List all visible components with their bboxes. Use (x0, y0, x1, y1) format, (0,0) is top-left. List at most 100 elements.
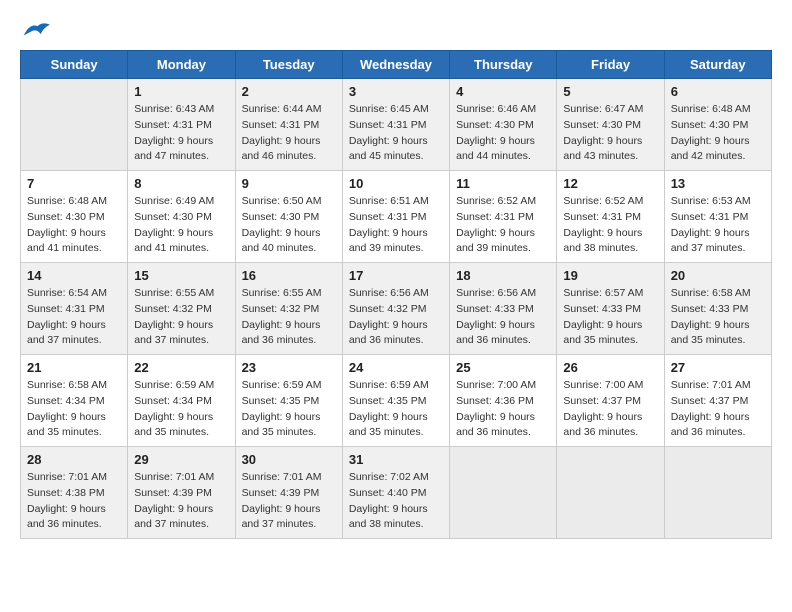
day-info: Sunrise: 7:01 AM Sunset: 4:39 PM Dayligh… (134, 470, 228, 533)
day-number: 22 (134, 360, 228, 375)
day-info: Sunrise: 7:01 AM Sunset: 4:37 PM Dayligh… (671, 378, 765, 441)
calendar-cell: 18Sunrise: 6:56 AM Sunset: 4:33 PM Dayli… (450, 263, 557, 355)
day-number: 14 (27, 268, 121, 283)
day-number: 15 (134, 268, 228, 283)
calendar-cell: 27 Sunrise: 7:01 AM Sunset: 4:37 PM Dayli… (664, 355, 771, 447)
calendar-cell: 10 Sunrise: 6:51 AM Sunset: 4:31 PM Dayli… (342, 171, 449, 263)
day-number: 5 (563, 84, 657, 99)
calendar-cell: 5 Sunrise: 6:47 AM Sunset: 4:30 PM Daylig… (557, 79, 664, 171)
day-info: Sunrise: 7:00 AM Sunset: 4:37 PM Dayligh… (563, 378, 657, 441)
day-info: Sunrise: 6:57 AM Sunset: 4:33 PM Dayligh… (563, 286, 657, 349)
calendar-week-row: 14 Sunrise: 6:54 AM Sunset: 4:31 PM Dayli… (21, 263, 772, 355)
day-info: Sunrise: 7:02 AM Sunset: 4:40 PM Dayligh… (349, 470, 443, 533)
day-number: 17 (349, 268, 443, 283)
day-info: Sunrise: 6:59 AM Sunset: 4:34 PM Dayligh… (134, 378, 228, 441)
day-info: Sunrise: 6:56 AM Sunset: 4:32 PM Dayligh… (349, 286, 443, 349)
calendar-cell: 6 Sunrise: 6:48 AM Sunset: 4:30 PM Daylig… (664, 79, 771, 171)
day-info: Sunrise: 6:54 AM Sunset: 4:31 PM Dayligh… (27, 286, 121, 349)
calendar-cell: 17 Sunrise: 6:56 AM Sunset: 4:32 PM Dayli… (342, 263, 449, 355)
calendar-cell: 14 Sunrise: 6:54 AM Sunset: 4:31 PM Dayli… (21, 263, 128, 355)
day-number: 9 (242, 176, 336, 191)
calendar-cell: 8Sunrise: 6:49 AM Sunset: 4:30 PM Daylig… (128, 171, 235, 263)
day-number: 16 (242, 268, 336, 283)
calendar-cell: 13 Sunrise: 6:53 AM Sunset: 4:31 PM Dayli… (664, 171, 771, 263)
day-info: Sunrise: 6:58 AM Sunset: 4:33 PM Dayligh… (671, 286, 765, 349)
day-info: Sunrise: 7:00 AM Sunset: 4:36 PM Dayligh… (456, 378, 550, 441)
calendar-cell: 20 Sunrise: 6:58 AM Sunset: 4:33 PM Dayli… (664, 263, 771, 355)
calendar-cell (664, 447, 771, 539)
day-info: Sunrise: 6:44 AM Sunset: 4:31 PM Dayligh… (242, 102, 336, 165)
day-info: Sunrise: 6:53 AM Sunset: 4:31 PM Dayligh… (671, 194, 765, 257)
day-number: 10 (349, 176, 443, 191)
calendar-body: 1Sunrise: 6:43 AM Sunset: 4:31 PM Daylig… (21, 79, 772, 539)
day-info: Sunrise: 6:59 AM Sunset: 4:35 PM Dayligh… (242, 378, 336, 441)
calendar-cell: 23Sunrise: 6:59 AM Sunset: 4:35 PM Dayli… (235, 355, 342, 447)
day-number: 28 (27, 452, 121, 467)
calendar-cell: 29Sunrise: 7:01 AM Sunset: 4:39 PM Dayli… (128, 447, 235, 539)
calendar-week-row: 1Sunrise: 6:43 AM Sunset: 4:31 PM Daylig… (21, 79, 772, 171)
calendar-cell: 24Sunrise: 6:59 AM Sunset: 4:35 PM Dayli… (342, 355, 449, 447)
calendar-cell: 15Sunrise: 6:55 AM Sunset: 4:32 PM Dayli… (128, 263, 235, 355)
day-info: Sunrise: 6:43 AM Sunset: 4:31 PM Dayligh… (134, 102, 228, 165)
day-number: 11 (456, 176, 550, 191)
day-number: 18 (456, 268, 550, 283)
weekday-header-thursday: Thursday (450, 51, 557, 79)
day-number: 12 (563, 176, 657, 191)
weekday-header-friday: Friday (557, 51, 664, 79)
day-info: Sunrise: 7:01 AM Sunset: 4:38 PM Dayligh… (27, 470, 121, 533)
day-number: 4 (456, 84, 550, 99)
calendar-cell: 31 Sunrise: 7:02 AM Sunset: 4:40 PM Dayli… (342, 447, 449, 539)
calendar-cell (450, 447, 557, 539)
calendar-cell: 26Sunrise: 7:00 AM Sunset: 4:37 PM Dayli… (557, 355, 664, 447)
calendar-cell: 30 Sunrise: 7:01 AM Sunset: 4:39 PM Dayli… (235, 447, 342, 539)
calendar-table: SundayMondayTuesdayWednesdayThursdayFrid… (20, 50, 772, 539)
weekday-header-wednesday: Wednesday (342, 51, 449, 79)
day-number: 20 (671, 268, 765, 283)
calendar-week-row: 28 Sunrise: 7:01 AM Sunset: 4:38 PM Dayli… (21, 447, 772, 539)
calendar-cell: 3 Sunrise: 6:45 AM Sunset: 4:31 PM Daylig… (342, 79, 449, 171)
weekday-header-row: SundayMondayTuesdayWednesdayThursdayFrid… (21, 51, 772, 79)
day-number: 2 (242, 84, 336, 99)
day-number: 27 (671, 360, 765, 375)
calendar-cell: 16 Sunrise: 6:55 AM Sunset: 4:32 PM Dayli… (235, 263, 342, 355)
day-number: 19 (563, 268, 657, 283)
calendar-cell: 11 Sunrise: 6:52 AM Sunset: 4:31 PM Dayli… (450, 171, 557, 263)
logo-bird-icon (22, 20, 50, 40)
calendar-cell: 9 Sunrise: 6:50 AM Sunset: 4:30 PM Daylig… (235, 171, 342, 263)
day-info: Sunrise: 6:52 AM Sunset: 4:31 PM Dayligh… (456, 194, 550, 257)
day-info: Sunrise: 6:55 AM Sunset: 4:32 PM Dayligh… (242, 286, 336, 349)
calendar-cell: 4 Sunrise: 6:46 AM Sunset: 4:30 PM Daylig… (450, 79, 557, 171)
calendar-cell: 22 Sunrise: 6:59 AM Sunset: 4:34 PM Dayli… (128, 355, 235, 447)
day-number: 6 (671, 84, 765, 99)
calendar-week-row: 7 Sunrise: 6:48 AM Sunset: 4:30 PM Daylig… (21, 171, 772, 263)
calendar-week-row: 21 Sunrise: 6:58 AM Sunset: 4:34 PM Dayli… (21, 355, 772, 447)
day-info: Sunrise: 6:48 AM Sunset: 4:30 PM Dayligh… (27, 194, 121, 257)
weekday-header-tuesday: Tuesday (235, 51, 342, 79)
page-header (20, 20, 772, 40)
day-number: 25 (456, 360, 550, 375)
day-number: 24 (349, 360, 443, 375)
calendar-cell: 2 Sunrise: 6:44 AM Sunset: 4:31 PM Daylig… (235, 79, 342, 171)
weekday-header-saturday: Saturday (664, 51, 771, 79)
day-info: Sunrise: 7:01 AM Sunset: 4:39 PM Dayligh… (242, 470, 336, 533)
day-number: 13 (671, 176, 765, 191)
calendar-cell (557, 447, 664, 539)
day-info: Sunrise: 6:58 AM Sunset: 4:34 PM Dayligh… (27, 378, 121, 441)
day-info: Sunrise: 6:45 AM Sunset: 4:31 PM Dayligh… (349, 102, 443, 165)
calendar-cell: 28 Sunrise: 7:01 AM Sunset: 4:38 PM Dayli… (21, 447, 128, 539)
day-info: Sunrise: 6:48 AM Sunset: 4:30 PM Dayligh… (671, 102, 765, 165)
calendar-cell: 25 Sunrise: 7:00 AM Sunset: 4:36 PM Dayli… (450, 355, 557, 447)
day-info: Sunrise: 6:49 AM Sunset: 4:30 PM Dayligh… (134, 194, 228, 257)
day-number: 30 (242, 452, 336, 467)
calendar-cell: 12Sunrise: 6:52 AM Sunset: 4:31 PM Dayli… (557, 171, 664, 263)
day-info: Sunrise: 6:50 AM Sunset: 4:30 PM Dayligh… (242, 194, 336, 257)
day-number: 31 (349, 452, 443, 467)
day-info: Sunrise: 6:46 AM Sunset: 4:30 PM Dayligh… (456, 102, 550, 165)
day-info: Sunrise: 6:51 AM Sunset: 4:31 PM Dayligh… (349, 194, 443, 257)
day-number: 3 (349, 84, 443, 99)
calendar-cell (21, 79, 128, 171)
day-number: 21 (27, 360, 121, 375)
day-info: Sunrise: 6:47 AM Sunset: 4:30 PM Dayligh… (563, 102, 657, 165)
calendar-cell: 19 Sunrise: 6:57 AM Sunset: 4:33 PM Dayli… (557, 263, 664, 355)
day-number: 7 (27, 176, 121, 191)
